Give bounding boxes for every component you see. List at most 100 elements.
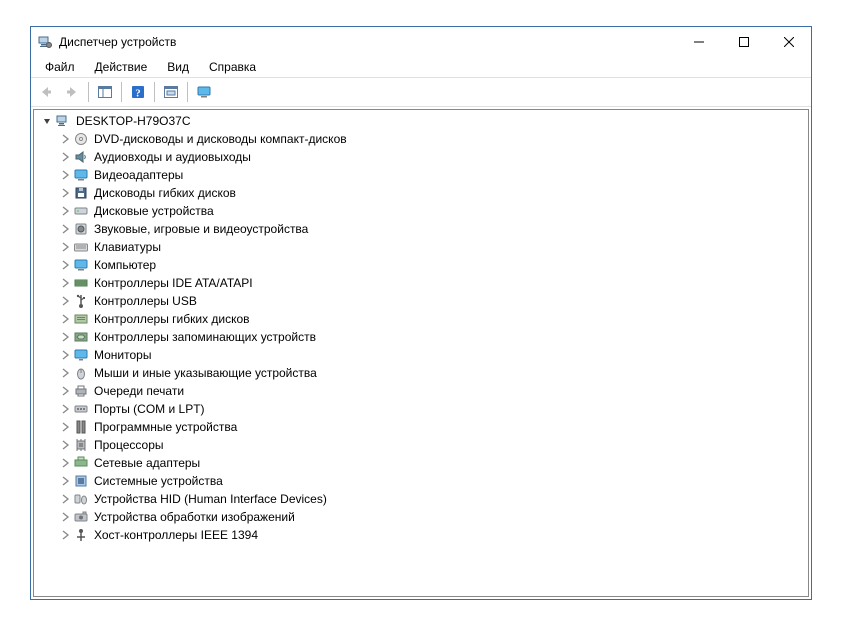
chevron-right-icon[interactable] xyxy=(58,294,72,308)
tree-item[interactable]: Мониторы xyxy=(54,346,808,364)
tree-item[interactable]: Контроллеры IDE ATA/ATAPI xyxy=(54,274,808,292)
tree-item[interactable]: Клавиатуры xyxy=(54,238,808,256)
printqueue-icon xyxy=(73,383,89,399)
minimize-button[interactable] xyxy=(676,27,721,57)
chevron-right-icon[interactable] xyxy=(58,258,72,272)
mouse-icon xyxy=(73,365,89,381)
tree-item[interactable]: DVD-дисководы и дисководы компакт-дисков xyxy=(54,130,808,148)
chevron-right-icon[interactable] xyxy=(58,240,72,254)
floppyctrl-icon xyxy=(73,311,89,327)
tree-item-label: Аудиовходы и аудиовыходы xyxy=(92,150,253,164)
tree-item[interactable]: Хост-контроллеры IEEE 1394 xyxy=(54,526,808,544)
tree-item[interactable]: Контроллеры гибких дисков xyxy=(54,310,808,328)
titlebar: Диспетчер устройств xyxy=(31,27,811,57)
tree-item[interactable]: Порты (COM и LPT) xyxy=(54,400,808,418)
tree-item[interactable]: Очереди печати xyxy=(54,382,808,400)
chevron-right-icon[interactable] xyxy=(58,492,72,506)
monitor-icon xyxy=(73,347,89,363)
tree-item[interactable]: Компьютер xyxy=(54,256,808,274)
close-button[interactable] xyxy=(766,27,811,57)
show-hidden-devices-button[interactable] xyxy=(191,79,217,105)
chevron-right-icon[interactable] xyxy=(58,150,72,164)
audio-icon xyxy=(73,149,89,165)
tree-item-label: Контроллеры USB xyxy=(92,294,199,308)
tree-item[interactable]: Звуковые, игровые и видеоустройства xyxy=(54,220,808,238)
storage-icon xyxy=(73,329,89,345)
display-icon xyxy=(73,167,89,183)
forward-button[interactable] xyxy=(59,79,85,105)
tree-item-label: Системные устройства xyxy=(92,474,225,488)
sound-icon xyxy=(73,221,89,237)
tree-item[interactable]: Процессоры xyxy=(54,436,808,454)
tree-item[interactable]: Устройства HID (Human Interface Devices) xyxy=(54,490,808,508)
tree-item[interactable]: Дисковые устройства xyxy=(54,202,808,220)
software-icon xyxy=(73,419,89,435)
back-button[interactable] xyxy=(33,79,59,105)
chevron-right-icon[interactable] xyxy=(58,330,72,344)
help-button[interactable]: ? xyxy=(125,79,151,105)
tree-item-label: Контроллеры IDE ATA/ATAPI xyxy=(92,276,255,290)
tree-item[interactable]: Системные устройства xyxy=(54,472,808,490)
tree-item-label: Устройства HID (Human Interface Devices) xyxy=(92,492,329,506)
chevron-right-icon[interactable] xyxy=(58,528,72,542)
toolbar-separator xyxy=(88,82,89,102)
tree-item-label: Контроллеры запоминающих устройств xyxy=(92,330,318,344)
chevron-right-icon[interactable] xyxy=(58,312,72,326)
hid-icon xyxy=(73,491,89,507)
chevron-right-icon[interactable] xyxy=(58,366,72,380)
chevron-right-icon[interactable] xyxy=(58,402,72,416)
imaging-icon xyxy=(73,509,89,525)
tree-item[interactable]: Контроллеры USB xyxy=(54,292,808,310)
toolbar-separator xyxy=(121,82,122,102)
chevron-right-icon[interactable] xyxy=(58,474,72,488)
app-icon xyxy=(37,34,53,50)
tree-root[interactable]: DESKTOP-H79O37C xyxy=(36,112,808,130)
computer-icon xyxy=(73,257,89,273)
tree-item[interactable]: Устройства обработки изображений xyxy=(54,508,808,526)
chevron-right-icon[interactable] xyxy=(58,168,72,182)
menu-action[interactable]: Действие xyxy=(87,59,156,75)
scan-hardware-button[interactable] xyxy=(158,79,184,105)
ieee1394-icon xyxy=(73,527,89,543)
chevron-right-icon[interactable] xyxy=(58,132,72,146)
maximize-button[interactable] xyxy=(721,27,766,57)
menu-view[interactable]: Вид xyxy=(159,59,197,75)
tree-item[interactable]: Видеоадаптеры xyxy=(54,166,808,184)
floppy-icon xyxy=(73,185,89,201)
menu-file[interactable]: Файл xyxy=(37,59,83,75)
device-tree[interactable]: DESKTOP-H79O37C DVD-дисководы и дисковод… xyxy=(33,109,809,597)
tree-item-label: Дисководы гибких дисков xyxy=(92,186,238,200)
chevron-down-icon[interactable] xyxy=(40,114,54,128)
chevron-right-icon[interactable] xyxy=(58,348,72,362)
toolbar-separator xyxy=(154,82,155,102)
chevron-right-icon[interactable] xyxy=(58,276,72,290)
chevron-right-icon[interactable] xyxy=(58,510,72,524)
tree-item-label: Очереди печати xyxy=(92,384,186,398)
chevron-right-icon[interactable] xyxy=(58,438,72,452)
tree-item-label: Мыши и иные указывающие устройства xyxy=(92,366,319,380)
tree-item-label: Звуковые, игровые и видеоустройства xyxy=(92,222,310,236)
toolbar: ? xyxy=(31,77,811,107)
chevron-right-icon[interactable] xyxy=(58,420,72,434)
chevron-right-icon[interactable] xyxy=(58,456,72,470)
network-icon xyxy=(73,455,89,471)
system-icon xyxy=(73,473,89,489)
chevron-right-icon[interactable] xyxy=(58,204,72,218)
tree-item[interactable]: Дисководы гибких дисков xyxy=(54,184,808,202)
keyboard-icon xyxy=(73,239,89,255)
tree-item-label: Устройства обработки изображений xyxy=(92,510,297,524)
tree-item-label: Порты (COM и LPT) xyxy=(92,402,207,416)
computer-icon xyxy=(55,113,71,129)
tree-item[interactable]: Сетевые адаптеры xyxy=(54,454,808,472)
chevron-right-icon[interactable] xyxy=(58,384,72,398)
menu-help[interactable]: Справка xyxy=(201,59,264,75)
chevron-right-icon[interactable] xyxy=(58,186,72,200)
show-hide-console-tree-button[interactable] xyxy=(92,79,118,105)
svg-text:?: ? xyxy=(135,88,141,100)
tree-item[interactable]: Программные устройства xyxy=(54,418,808,436)
tree-item[interactable]: Контроллеры запоминающих устройств xyxy=(54,328,808,346)
tree-item[interactable]: Аудиовходы и аудиовыходы xyxy=(54,148,808,166)
chevron-right-icon[interactable] xyxy=(58,222,72,236)
tree-item-label: Контроллеры гибких дисков xyxy=(92,312,252,326)
tree-item[interactable]: Мыши и иные указывающие устройства xyxy=(54,364,808,382)
